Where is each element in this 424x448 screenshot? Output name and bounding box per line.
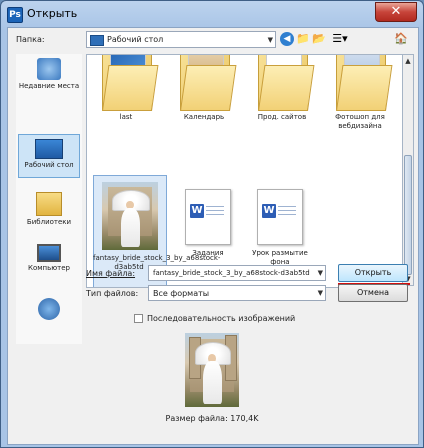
folder-icon — [336, 55, 393, 111]
preview-image — [185, 333, 239, 407]
place-recent-label: Недавние места — [18, 82, 80, 90]
up-folder-icon[interactable]: 📁 — [296, 32, 310, 46]
open-button[interactable]: Открыть — [338, 264, 408, 282]
network-icon — [38, 298, 60, 320]
filename-value: fantasy_bride_stock_3_by_a68stock-d3ab5t… — [153, 269, 310, 277]
desktop-small-icon — [90, 35, 104, 46]
file-name: Урок размытие фона — [252, 249, 308, 266]
file-item-lesson[interactable]: W Урок размытие фона — [243, 179, 317, 267]
filename-label: Имя файла: — [86, 269, 136, 278]
file-name: Прод. сайтов — [257, 113, 307, 121]
folder-combo[interactable]: Рабочий стол ▼ — [86, 31, 276, 48]
folder-icon — [258, 55, 315, 111]
title-bar: Ps Открыть ✕ — [1, 1, 423, 29]
desktop-icon — [35, 139, 63, 159]
chevron-down-icon[interactable]: ▼ — [318, 269, 323, 277]
folder-icon — [102, 55, 159, 111]
file-name: Фотошоп для вебдизайна — [335, 113, 385, 130]
new-folder-icon[interactable]: 📂 — [312, 32, 326, 46]
word-document-icon: W — [185, 189, 231, 245]
computer-icon — [37, 244, 61, 262]
desktop-shortcut-icon[interactable]: 🏠 — [394, 32, 408, 46]
vertical-scrollbar[interactable]: ▲ ▼ — [402, 54, 414, 286]
file-list: last Календарь Прод. сайтов Фотошоп для … — [86, 54, 404, 288]
back-icon[interactable]: ◀ — [280, 32, 294, 46]
place-recent[interactable]: Недавние места — [18, 58, 80, 108]
image-sequence-label: Последовательность изображений — [147, 314, 296, 323]
filetype-label: Тип файлов: — [86, 289, 139, 298]
file-item-calendar[interactable]: Календарь — [167, 55, 241, 122]
views-menu-icon[interactable]: ☰▾ — [330, 32, 350, 46]
file-item-last[interactable]: last — [89, 55, 163, 122]
file-size-text: Размер файла: 170,4K — [165, 414, 259, 423]
file-item-sites[interactable]: Прод. сайтов — [245, 55, 319, 122]
place-desktop-label: Рабочий стол — [24, 161, 74, 169]
place-libraries-label: Библиотеки — [26, 218, 72, 226]
file-item-tasks[interactable]: W Задания — [171, 179, 245, 258]
filetype-value: Все форматы — [153, 289, 210, 298]
recent-places-icon — [37, 58, 61, 80]
folder-combo-value: Рабочий стол — [107, 35, 164, 44]
file-item-photoshop[interactable]: Фотошоп для вебдизайна — [323, 55, 397, 131]
chevron-down-icon: ▼ — [267, 35, 273, 44]
open-dialog: Ps Открыть ✕ Папка: Рабочий стол ▼ ◀ 📁 📂… — [0, 0, 424, 448]
folder-label: Папка: — [16, 35, 45, 44]
bride-thumbnail — [102, 182, 158, 250]
image-sequence-checkbox[interactable] — [134, 314, 143, 323]
file-name: Задания — [192, 249, 224, 257]
chevron-down-icon[interactable]: ▼ — [318, 289, 323, 297]
place-computer[interactable]: Компьютер — [18, 244, 80, 284]
dialog-title: Открыть — [27, 7, 78, 20]
dialog-body: Папка: Рабочий стол ▼ ◀ 📁 📂 ☰▾ 🏠 Недавни… — [7, 27, 419, 445]
place-computer-label: Компьютер — [28, 264, 70, 272]
places-bar: Недавние места Рабочий стол Библиотеки К… — [16, 54, 82, 344]
place-network[interactable] — [18, 298, 80, 324]
filetype-select[interactable]: Все форматы ▼ — [148, 285, 326, 301]
scroll-thumb[interactable] — [404, 155, 412, 275]
close-button[interactable]: ✕ — [375, 2, 417, 22]
word-document-icon: W — [257, 189, 303, 245]
libraries-icon — [36, 192, 62, 216]
filename-input[interactable]: fantasy_bride_stock_3_by_a68stock-d3ab5t… — [148, 265, 326, 281]
place-desktop[interactable]: Рабочий стол — [18, 134, 80, 178]
scroll-up-icon[interactable]: ▲ — [403, 55, 413, 67]
file-name: last — [119, 113, 133, 121]
cancel-button[interactable]: Отмена — [338, 284, 408, 302]
place-libraries[interactable]: Библиотеки — [18, 192, 80, 232]
file-name: Календарь — [183, 113, 225, 121]
folder-icon — [180, 55, 237, 111]
photoshop-app-icon: Ps — [7, 7, 23, 23]
